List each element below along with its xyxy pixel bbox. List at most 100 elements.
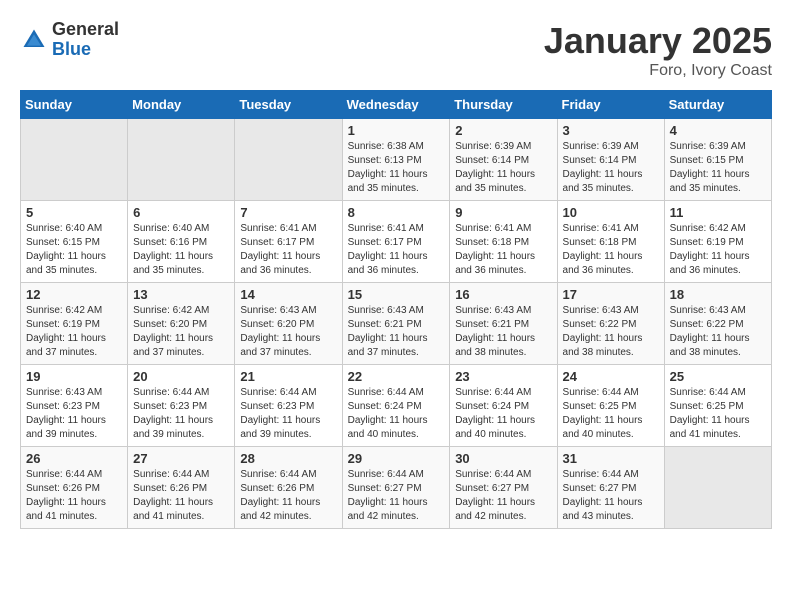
calendar-cell: 21Sunrise: 6:44 AM Sunset: 6:23 PM Dayli… — [235, 365, 342, 447]
day-number: 27 — [133, 451, 229, 466]
day-number: 18 — [670, 287, 766, 302]
weekday-header-tuesday: Tuesday — [235, 91, 342, 119]
day-info: Sunrise: 6:44 AM Sunset: 6:23 PM Dayligh… — [133, 386, 229, 442]
logo-icon — [20, 26, 48, 54]
calendar-cell: 5 Sunrise: 6:40 AM Sunset: 6:15 PM Daylig… — [21, 201, 128, 283]
calendar-cell: 29Sunrise: 6:44 AM Sunset: 6:27 PM Dayli… — [342, 447, 450, 529]
weekday-header-saturday: Saturday — [664, 91, 771, 119]
logo-general-text: General — [52, 20, 119, 40]
title-area: January 2025 Foro, Ivory Coast — [544, 20, 772, 80]
day-number: 9 — [455, 205, 551, 220]
day-number: 6 — [133, 205, 229, 220]
day-number: 14 — [240, 287, 336, 302]
day-info: Sunrise: 6:44 AM Sunset: 6:25 PM Dayligh… — [670, 386, 766, 442]
day-number: 15 — [348, 287, 445, 302]
day-info: Sunrise: 6:44 AM Sunset: 6:26 PM Dayligh… — [240, 468, 336, 524]
day-number: 19 — [26, 369, 122, 384]
calendar-cell: 11Sunrise: 6:42 AM Sunset: 6:19 PM Dayli… — [664, 201, 771, 283]
calendar-cell: 17 Sunrise: 6:43 AM Sunset: 6:22 PM Dayli… — [557, 283, 664, 365]
day-number: 17 — [563, 287, 659, 302]
day-number: 22 — [348, 369, 445, 384]
calendar-cell: 3Sunrise: 6:39 AM Sunset: 6:14 PM Daylig… — [557, 119, 664, 201]
calendar-cell — [21, 119, 128, 201]
calendar-week-row: 19 Sunrise: 6:43 AM Sunset: 6:23 PM Dayli… — [21, 365, 772, 447]
day-info: Sunrise: 6:40 AM Sunset: 6:15 PM Dayligh… — [26, 222, 122, 278]
calendar-cell: 23 Sunrise: 6:44 AM Sunset: 6:24 PM Dayli… — [450, 365, 557, 447]
logo-blue-text: Blue — [52, 40, 119, 60]
day-info: Sunrise: 6:42 AM Sunset: 6:19 PM Dayligh… — [26, 304, 122, 360]
logo: General Blue — [20, 20, 119, 60]
calendar-cell: 12 Sunrise: 6:42 AM Sunset: 6:19 PM Dayli… — [21, 283, 128, 365]
location-subtitle: Foro, Ivory Coast — [544, 62, 772, 80]
day-info: Sunrise: 6:43 AM Sunset: 6:23 PM Dayligh… — [26, 386, 122, 442]
day-number: 30 — [455, 451, 551, 466]
day-info: Sunrise: 6:40 AM Sunset: 6:16 PM Dayligh… — [133, 222, 229, 278]
weekday-header-friday: Friday — [557, 91, 664, 119]
day-number: 25 — [670, 369, 766, 384]
day-info: Sunrise: 6:43 AM Sunset: 6:22 PM Dayligh… — [563, 304, 659, 360]
calendar-cell: 8Sunrise: 6:41 AM Sunset: 6:17 PM Daylig… — [342, 201, 450, 283]
calendar-cell: 9 Sunrise: 6:41 AM Sunset: 6:18 PM Daylig… — [450, 201, 557, 283]
day-number: 4 — [670, 123, 766, 138]
day-info: Sunrise: 6:39 AM Sunset: 6:14 PM Dayligh… — [455, 140, 551, 196]
day-number: 1 — [348, 123, 445, 138]
day-info: Sunrise: 6:39 AM Sunset: 6:15 PM Dayligh… — [670, 140, 766, 196]
calendar-cell — [664, 447, 771, 529]
calendar-cell: 1 Sunrise: 6:38 AM Sunset: 6:13 PM Daylig… — [342, 119, 450, 201]
calendar-week-row: 5 Sunrise: 6:40 AM Sunset: 6:15 PM Daylig… — [21, 201, 772, 283]
month-title: January 2025 — [544, 20, 772, 62]
day-info: Sunrise: 6:44 AM Sunset: 6:26 PM Dayligh… — [133, 468, 229, 524]
day-info: Sunrise: 6:41 AM Sunset: 6:17 PM Dayligh… — [348, 222, 445, 278]
calendar-cell: 19 Sunrise: 6:43 AM Sunset: 6:23 PM Dayli… — [21, 365, 128, 447]
weekday-header-monday: Monday — [128, 91, 235, 119]
weekday-header-row: SundayMondayTuesdayWednesdayThursdayFrid… — [21, 91, 772, 119]
day-number: 20 — [133, 369, 229, 384]
day-info: Sunrise: 6:44 AM Sunset: 6:27 PM Dayligh… — [455, 468, 551, 524]
day-number: 23 — [455, 369, 551, 384]
calendar-cell — [128, 119, 235, 201]
weekday-header-sunday: Sunday — [21, 91, 128, 119]
day-info: Sunrise: 6:44 AM Sunset: 6:26 PM Dayligh… — [26, 468, 122, 524]
calendar-cell: 18 Sunrise: 6:43 AM Sunset: 6:22 PM Dayli… — [664, 283, 771, 365]
calendar-cell: 22 Sunrise: 6:44 AM Sunset: 6:24 PM Dayli… — [342, 365, 450, 447]
day-info: Sunrise: 6:44 AM Sunset: 6:24 PM Dayligh… — [348, 386, 445, 442]
day-number: 10 — [563, 205, 659, 220]
day-info: Sunrise: 6:44 AM Sunset: 6:24 PM Dayligh… — [455, 386, 551, 442]
day-number: 7 — [240, 205, 336, 220]
day-number: 11 — [670, 205, 766, 220]
day-info: Sunrise: 6:41 AM Sunset: 6:18 PM Dayligh… — [563, 222, 659, 278]
day-info: Sunrise: 6:42 AM Sunset: 6:20 PM Dayligh… — [133, 304, 229, 360]
calendar-cell: 13Sunrise: 6:42 AM Sunset: 6:20 PM Dayli… — [128, 283, 235, 365]
day-number: 12 — [26, 287, 122, 302]
calendar-cell: 16Sunrise: 6:43 AM Sunset: 6:21 PM Dayli… — [450, 283, 557, 365]
day-number: 28 — [240, 451, 336, 466]
calendar-table: SundayMondayTuesdayWednesdayThursdayFrid… — [20, 90, 772, 529]
day-info: Sunrise: 6:41 AM Sunset: 6:18 PM Dayligh… — [455, 222, 551, 278]
weekday-header-wednesday: Wednesday — [342, 91, 450, 119]
calendar-cell: 24Sunrise: 6:44 AM Sunset: 6:25 PM Dayli… — [557, 365, 664, 447]
day-number: 24 — [563, 369, 659, 384]
day-number: 29 — [348, 451, 445, 466]
calendar-cell: 20 Sunrise: 6:44 AM Sunset: 6:23 PM Dayli… — [128, 365, 235, 447]
calendar-cell — [235, 119, 342, 201]
header: General Blue January 2025 Foro, Ivory Co… — [20, 20, 772, 80]
day-number: 26 — [26, 451, 122, 466]
day-info: Sunrise: 6:38 AM Sunset: 6:13 PM Dayligh… — [348, 140, 445, 196]
calendar-week-row: 1 Sunrise: 6:38 AM Sunset: 6:13 PM Daylig… — [21, 119, 772, 201]
calendar-cell: 14Sunrise: 6:43 AM Sunset: 6:20 PM Dayli… — [235, 283, 342, 365]
calendar-cell: 26 Sunrise: 6:44 AM Sunset: 6:26 PM Dayli… — [21, 447, 128, 529]
day-info: Sunrise: 6:41 AM Sunset: 6:17 PM Dayligh… — [240, 222, 336, 278]
calendar-week-row: 26 Sunrise: 6:44 AM Sunset: 6:26 PM Dayli… — [21, 447, 772, 529]
day-number: 5 — [26, 205, 122, 220]
weekday-header-thursday: Thursday — [450, 91, 557, 119]
day-number: 2 — [455, 123, 551, 138]
day-info: Sunrise: 6:43 AM Sunset: 6:21 PM Dayligh… — [348, 304, 445, 360]
day-number: 31 — [563, 451, 659, 466]
day-info: Sunrise: 6:43 AM Sunset: 6:22 PM Dayligh… — [670, 304, 766, 360]
calendar-cell: 25 Sunrise: 6:44 AM Sunset: 6:25 PM Dayli… — [664, 365, 771, 447]
calendar-cell: 27 Sunrise: 6:44 AM Sunset: 6:26 PM Dayli… — [128, 447, 235, 529]
calendar-week-row: 12 Sunrise: 6:42 AM Sunset: 6:19 PM Dayli… — [21, 283, 772, 365]
calendar-cell: 4 Sunrise: 6:39 AM Sunset: 6:15 PM Daylig… — [664, 119, 771, 201]
calendar-cell: 2 Sunrise: 6:39 AM Sunset: 6:14 PM Daylig… — [450, 119, 557, 201]
day-number: 21 — [240, 369, 336, 384]
